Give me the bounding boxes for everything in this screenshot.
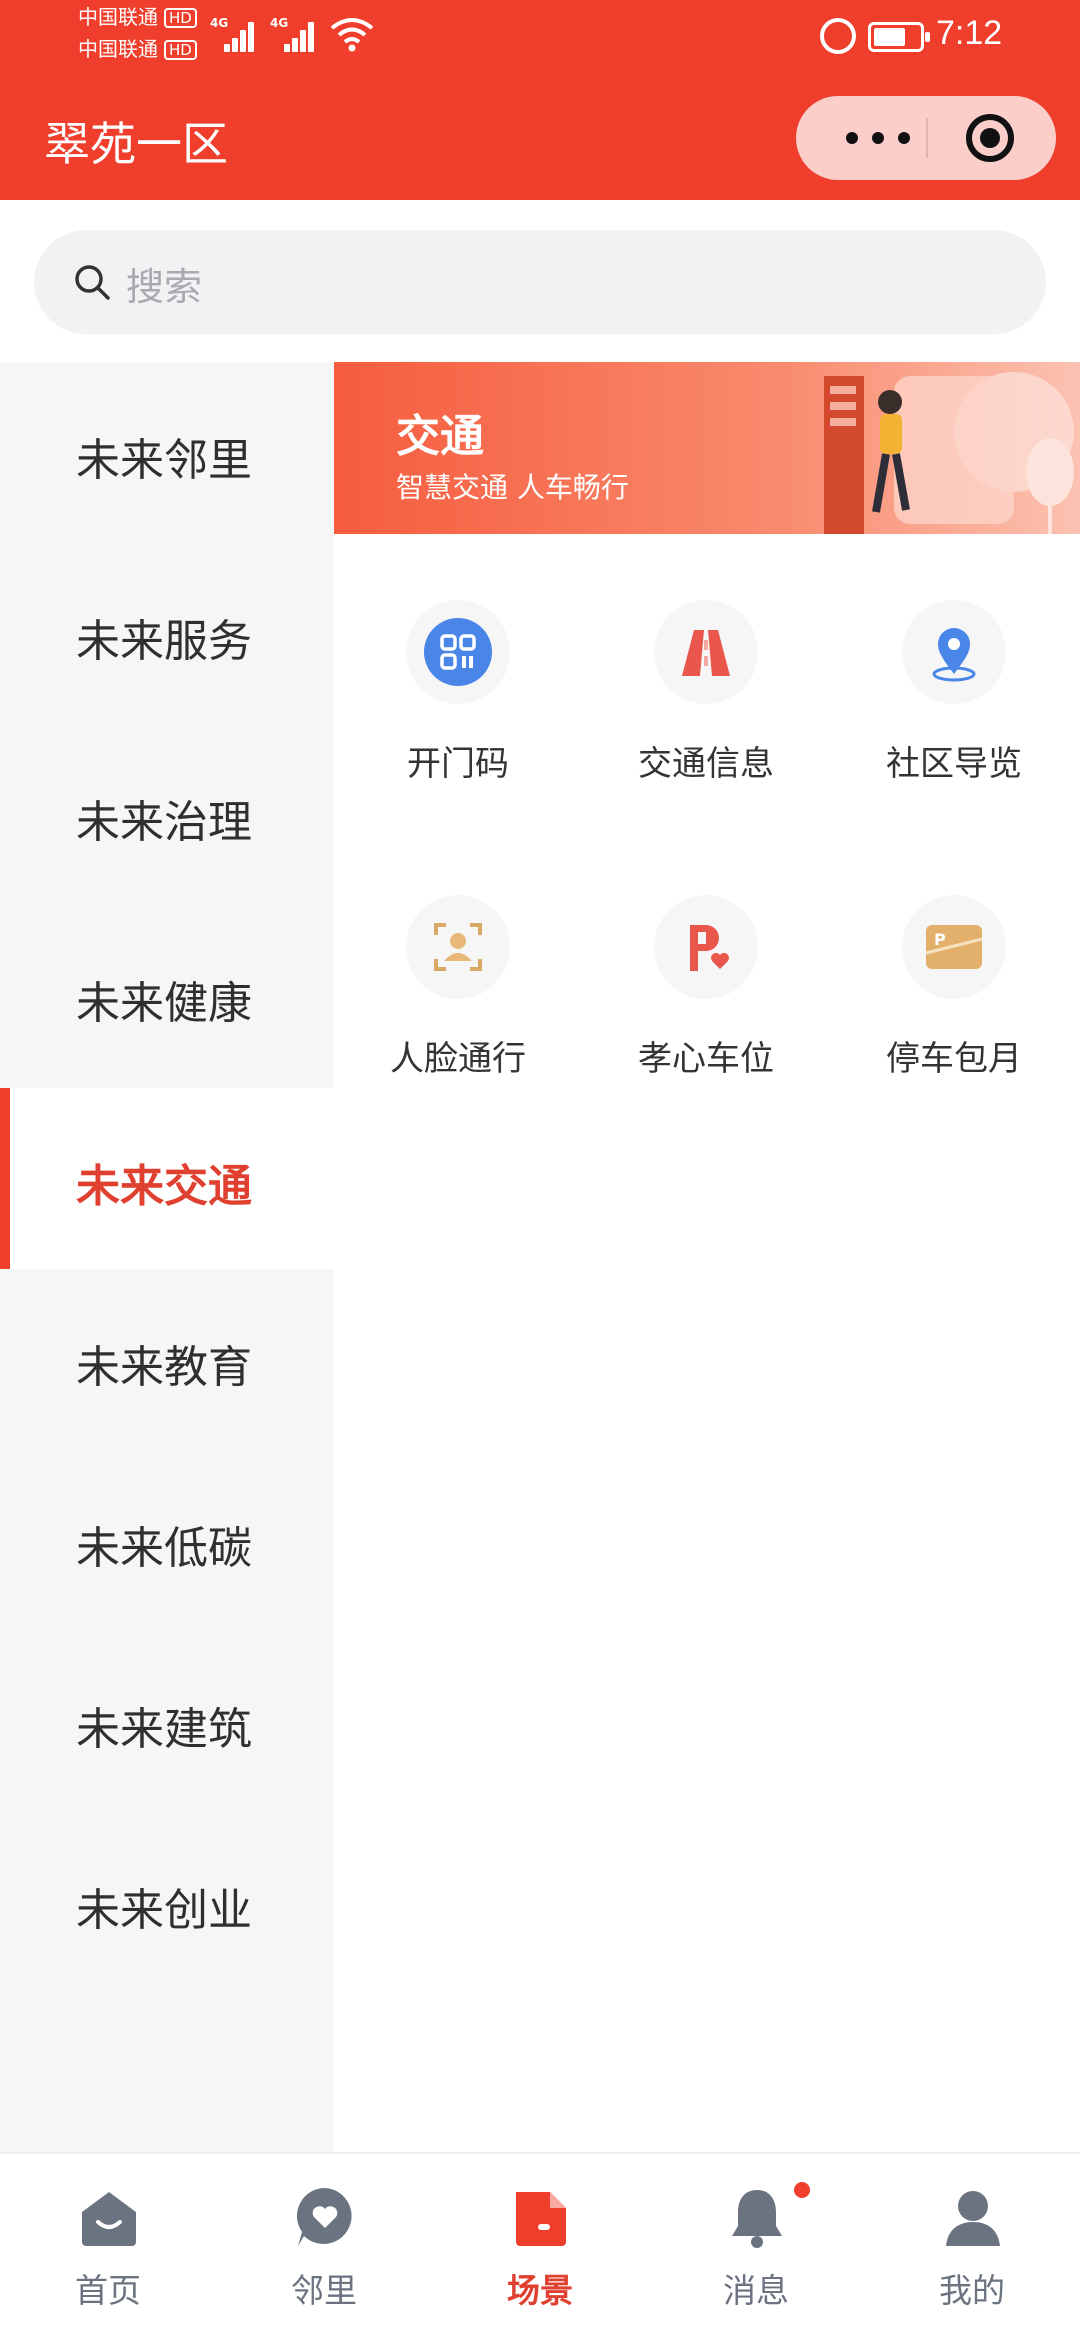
signal-icon: 4G xyxy=(210,16,254,52)
grid-item-community-guide[interactable]: 社区导览 xyxy=(830,600,1078,790)
sidebar-item-label: 未来创业 xyxy=(76,1885,252,1936)
sidebar-item-label: 未来邻里 xyxy=(76,435,252,486)
wifi-icon xyxy=(330,18,374,52)
sidebar-item-low-carbon[interactable]: 未来低碳 xyxy=(0,1450,334,1631)
grid-item-door-code[interactable]: 开门码 xyxy=(334,600,582,790)
carrier-2: 中国联通 HD xyxy=(78,38,197,60)
tab-label: 首页 xyxy=(75,2271,141,2310)
miniprogram-capsule xyxy=(796,96,1056,180)
tab-neighbor[interactable]: 邻里 xyxy=(216,2154,432,2340)
tab-messages[interactable]: 消息 xyxy=(648,2154,864,2340)
user-icon xyxy=(946,2191,1000,2246)
search-placeholder: 搜索 xyxy=(126,265,203,309)
road-icon xyxy=(654,600,758,704)
unread-badge xyxy=(794,2182,810,2198)
tab-profile[interactable]: 我的 xyxy=(864,2154,1080,2340)
sidebar-item-health[interactable]: 未来健康 xyxy=(0,905,334,1086)
top-bar: 中国联通 HD 中国联通 HD 4G 4G 7:12 翠苑一区 xyxy=(0,0,1080,200)
qr-code-icon xyxy=(406,600,510,704)
category-sidebar: 未来邻里 未来服务 未来治理 未来健康 未来交通 未来教育 未来低碳 未来建筑 … xyxy=(0,362,334,2152)
tab-scene[interactable]: 场景 xyxy=(432,2154,648,2340)
bottom-tab-bar: 首页 邻里 场景 消息 我的 xyxy=(0,2152,1080,2340)
grid-item-label: 孝心车位 xyxy=(638,1039,774,1079)
face-scan-icon xyxy=(406,895,510,999)
tab-label: 邻里 xyxy=(291,2271,357,2310)
sidebar-item-label: 未来教育 xyxy=(76,1342,252,1393)
battery-icon xyxy=(868,22,930,52)
sidebar-item-architecture[interactable]: 未来建筑 xyxy=(0,1631,334,1812)
parking-card-icon: P xyxy=(902,895,1006,999)
status-time: 7:12 xyxy=(936,14,1003,52)
status-bar: 中国联通 HD 中国联通 HD 4G 4G 7:12 xyxy=(0,0,1080,80)
page-title: 翠苑一区 xyxy=(44,117,228,171)
tab-home[interactable]: 首页 xyxy=(0,2154,216,2340)
sidebar-item-education[interactable]: 未来教育 xyxy=(0,1269,334,1450)
banner-subtitle: 智慧交通 人车畅行 xyxy=(396,471,629,504)
sidebar-item-startup[interactable]: 未来创业 xyxy=(0,1812,334,1993)
grid-item-face-access[interactable]: 人脸通行 xyxy=(334,895,582,1085)
grid-item-label: 交通信息 xyxy=(638,744,774,784)
grid-item-filial-parking[interactable]: 孝心车位 xyxy=(582,895,830,1085)
category-banner[interactable]: 交通 智慧交通 人车畅行 xyxy=(334,362,1080,534)
sidebar-item-governance[interactable]: 未来治理 xyxy=(0,724,334,905)
svg-text:P: P xyxy=(934,930,946,949)
sidebar-item-neighborhood[interactable]: 未来邻里 xyxy=(0,362,334,543)
grid-item-traffic-info[interactable]: 交通信息 xyxy=(582,600,830,790)
sidebar-item-label: 未来健康 xyxy=(76,978,252,1029)
tab-label: 场景 xyxy=(507,2271,573,2310)
active-indicator xyxy=(0,1088,10,1269)
grid-item-label: 停车包月 xyxy=(886,1039,1022,1079)
search-icon xyxy=(75,265,110,300)
grid-item-monthly-parking[interactable]: P 停车包月 xyxy=(830,895,1078,1085)
heart-bubble-icon xyxy=(296,2188,352,2246)
banner-illustration xyxy=(824,372,1074,534)
home-icon xyxy=(82,2192,136,2246)
bell-icon xyxy=(732,2190,782,2248)
sidebar-item-label: 未来低碳 xyxy=(76,1523,252,1574)
alarm-icon xyxy=(820,18,856,54)
grid-item-label: 人脸通行 xyxy=(390,1039,526,1079)
scene-icon xyxy=(516,2192,566,2246)
tab-label: 消息 xyxy=(723,2271,789,2310)
search-input[interactable]: 搜索 xyxy=(34,230,1046,334)
sidebar-item-label: 未来治理 xyxy=(76,797,252,848)
tab-label: 我的 xyxy=(939,2271,1005,2310)
sidebar-item-label: 未来建筑 xyxy=(76,1704,252,1755)
sidebar-item-label: 未来服务 xyxy=(76,616,252,667)
search-section: 搜索 xyxy=(0,200,1080,360)
banner-title: 交通 xyxy=(396,411,484,462)
parking-heart-icon xyxy=(654,895,758,999)
sidebar-item-traffic[interactable]: 未来交通 xyxy=(0,1088,334,1269)
signal-icon-2: 4G xyxy=(270,16,314,52)
sidebar-item-service[interactable]: 未来服务 xyxy=(0,543,334,724)
grid-item-label: 开门码 xyxy=(407,744,509,784)
capsule-divider xyxy=(926,118,928,158)
location-pin-icon xyxy=(902,600,1006,704)
grid-item-label: 社区导览 xyxy=(886,744,1022,784)
more-button[interactable] xyxy=(832,96,922,180)
close-miniprogram-button[interactable] xyxy=(966,114,1014,162)
sidebar-item-label: 未来交通 xyxy=(76,1161,252,1212)
carrier-1: 中国联通 HD xyxy=(78,6,197,28)
